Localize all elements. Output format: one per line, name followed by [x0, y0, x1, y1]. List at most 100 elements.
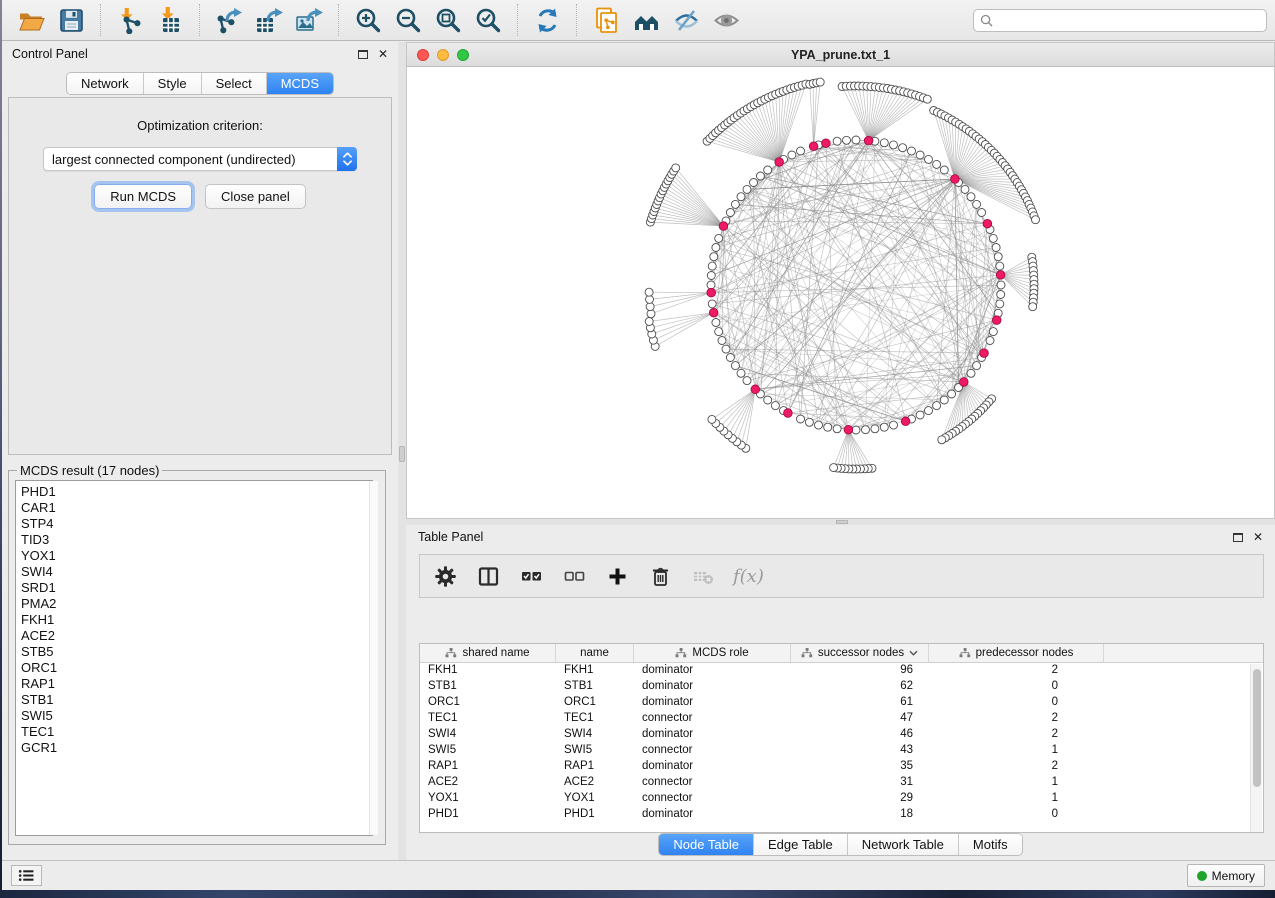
mcds-result-item[interactable]: ORC1 — [21, 660, 372, 676]
show-all-columns-icon[interactable] — [518, 563, 544, 589]
delete-columns-icon[interactable] — [647, 563, 673, 589]
sort-desc-icon — [909, 650, 918, 656]
tab-motifs[interactable]: Motifs — [959, 834, 1022, 855]
float-table-panel-icon[interactable] — [1233, 533, 1243, 542]
column-header-successor-nodes[interactable]: successor nodes — [791, 644, 929, 662]
column-header-shared-name[interactable]: shared name — [420, 644, 556, 662]
mcds-result-item[interactable]: SRD1 — [21, 580, 372, 596]
export-image-icon[interactable] — [289, 4, 329, 36]
optimization-criterion-dropdown[interactable]: largest connected component (undirected) — [43, 147, 357, 171]
table-row[interactable]: SWI5SWI5connector431 — [420, 743, 1263, 759]
table-panel-tabs: Node TableEdge TableNetwork TableMotifs — [658, 833, 1022, 856]
zoom-in-icon[interactable] — [348, 4, 388, 36]
table-row[interactable]: TEC1TEC1connector472 — [420, 711, 1263, 727]
column-header-predecessor-nodes[interactable]: predecessor nodes — [929, 644, 1104, 662]
close-panel-button[interactable]: Close panel — [205, 184, 306, 209]
cell-shared-name: PHD1 — [420, 807, 556, 823]
table-row[interactable]: ORC1ORC1dominator610 — [420, 695, 1263, 711]
mcds-result-item[interactable]: SWI4 — [21, 564, 372, 580]
cell-MCDS-role: dominator — [634, 807, 791, 823]
mcds-result-item[interactable]: STB1 — [21, 692, 372, 708]
mcds-result-item[interactable]: GCR1 — [21, 740, 372, 756]
mcds-result-item[interactable]: TID3 — [21, 532, 372, 548]
hide-graphics-details-icon[interactable] — [666, 4, 706, 36]
mcds-result-item[interactable]: STB5 — [21, 644, 372, 660]
hide-all-columns-icon[interactable] — [561, 563, 587, 589]
create-column-icon[interactable] — [604, 563, 630, 589]
close-panel-icon[interactable]: ✕ — [378, 48, 388, 60]
cell-MCDS-role: dominator — [634, 759, 791, 775]
tab-mcds[interactable]: MCDS — [267, 73, 333, 94]
mcds-result-group: MCDS result (17 nodes) PHD1CAR1STP4TID3Y… — [8, 463, 386, 845]
cell-name: ORC1 — [556, 695, 634, 711]
share-network-icon[interactable] — [586, 4, 626, 36]
delete-table-icon — [690, 563, 716, 589]
mcds-result-item[interactable]: TEC1 — [21, 724, 372, 740]
table-scrollbar-thumb[interactable] — [1253, 669, 1261, 787]
tab-network[interactable]: Network — [67, 73, 144, 94]
automation-panel-button[interactable] — [11, 865, 42, 886]
horizontal-splitter-handle[interactable] — [836, 520, 848, 524]
cell-shared-name: TEC1 — [420, 711, 556, 727]
refresh-layout-icon[interactable] — [527, 4, 567, 36]
column-header-MCDS-role[interactable]: MCDS role — [634, 644, 791, 662]
cell-successor-nodes: 43 — [791, 743, 929, 759]
vertical-splitter[interactable] — [398, 42, 406, 860]
mcds-result-list[interactable]: PHD1CAR1STP4TID3YOX1SWI4SRD1PMA2FKH1ACE2… — [15, 480, 373, 836]
mcds-result-item[interactable]: ACE2 — [21, 628, 372, 644]
open-session-icon[interactable] — [11, 4, 51, 36]
mcds-result-item[interactable]: PHD1 — [21, 484, 372, 500]
table-row[interactable]: FKH1FKH1dominator962 — [420, 663, 1263, 679]
table-scrollbar[interactable] — [1250, 664, 1262, 832]
table-settings-gear-icon[interactable] — [432, 563, 458, 589]
table-row[interactable]: ACE2ACE2connector311 — [420, 775, 1263, 791]
table-row[interactable]: PHD1PHD1dominator180 — [420, 807, 1263, 823]
export-network-icon[interactable] — [209, 4, 249, 36]
mcds-result-item[interactable]: CAR1 — [21, 500, 372, 516]
zoom-selected-icon[interactable] — [468, 4, 508, 36]
cell-MCDS-role: dominator — [634, 695, 791, 711]
mcds-result-item[interactable]: SWI5 — [21, 708, 372, 724]
zoom-fit-icon[interactable] — [428, 4, 468, 36]
memory-status-button[interactable]: Memory — [1187, 864, 1265, 887]
mcds-result-item[interactable]: YOX1 — [21, 548, 372, 564]
mcds-result-item[interactable]: RAP1 — [21, 676, 372, 692]
tab-node-table[interactable]: Node Table — [659, 834, 754, 855]
tab-network-table[interactable]: Network Table — [848, 834, 959, 855]
network-overview-icon[interactable] — [626, 4, 666, 36]
vertical-splitter-handle[interactable] — [399, 446, 405, 462]
table-row[interactable]: SWI4SWI4dominator462 — [420, 727, 1263, 743]
show-graphics-details-icon[interactable] — [706, 4, 746, 36]
cell-successor-nodes: 18 — [791, 807, 929, 823]
mcds-result-item[interactable]: FKH1 — [21, 612, 372, 628]
table-row[interactable]: STB1STB1dominator620 — [420, 679, 1263, 695]
cell-shared-name: FKH1 — [420, 663, 556, 679]
export-table-icon[interactable] — [249, 4, 289, 36]
network-graph[interactable] — [407, 67, 1274, 518]
zoom-out-icon[interactable] — [388, 4, 428, 36]
split-panel-icon[interactable] — [475, 563, 501, 589]
import-table-icon[interactable] — [150, 4, 190, 36]
run-mcds-button[interactable]: Run MCDS — [94, 184, 192, 209]
column-header-name[interactable]: name — [556, 644, 634, 662]
search-input[interactable] — [998, 12, 1260, 30]
table-row[interactable]: YOX1YOX1connector291 — [420, 791, 1263, 807]
cell-MCDS-role: connector — [634, 775, 791, 791]
float-panel-icon[interactable] — [358, 50, 368, 59]
mcds-result-item[interactable]: STP4 — [21, 516, 372, 532]
network-graph-canvas[interactable] — [407, 67, 1274, 518]
close-table-panel-icon[interactable]: ✕ — [1253, 531, 1263, 543]
cell-MCDS-role: connector — [634, 791, 791, 807]
tab-select[interactable]: Select — [202, 73, 267, 94]
cell-predecessor-nodes: 2 — [929, 663, 1104, 679]
tab-style[interactable]: Style — [144, 73, 202, 94]
mcds-result-item[interactable]: PMA2 — [21, 596, 372, 612]
main-toolbar — [2, 0, 1275, 41]
save-session-icon[interactable] — [51, 4, 91, 36]
import-network-icon[interactable] — [110, 4, 150, 36]
cell-predecessor-nodes: 2 — [929, 711, 1104, 727]
tab-edge-table[interactable]: Edge Table — [754, 834, 848, 855]
mcds-list-scrollbar[interactable] — [369, 481, 378, 835]
control-panel-tabs: NetworkStyleSelectMCDS — [66, 72, 334, 95]
table-row[interactable]: RAP1RAP1dominator352 — [420, 759, 1263, 775]
